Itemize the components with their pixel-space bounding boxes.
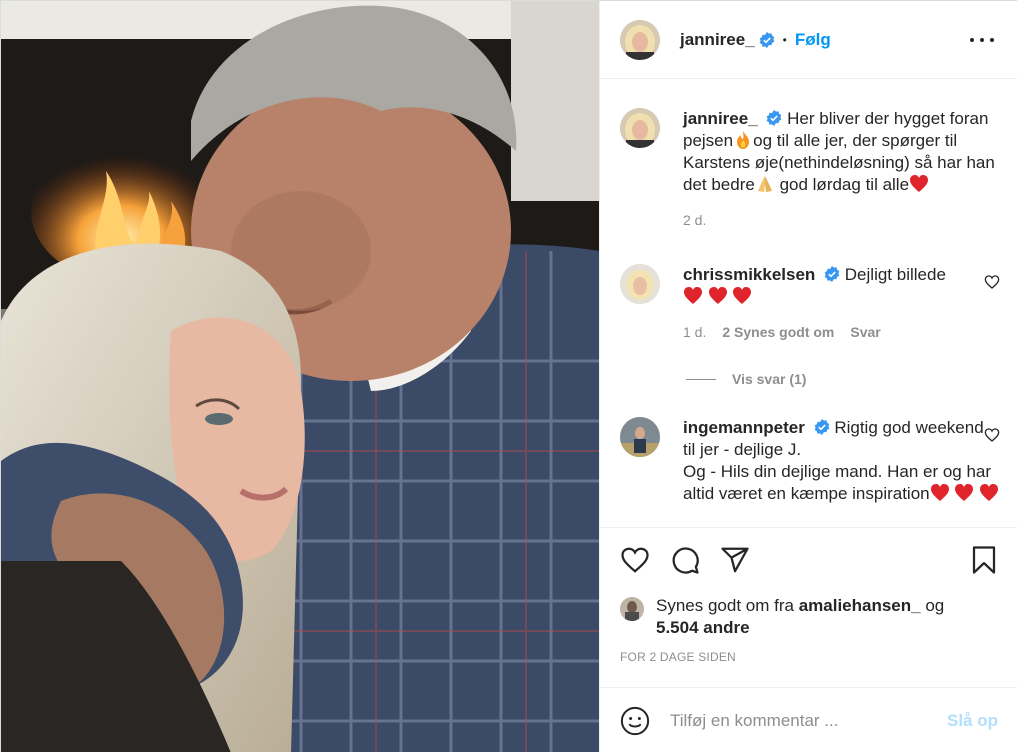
red-heart-emoji-icon — [684, 287, 702, 304]
post-header: janniree_ • Følg — [600, 1, 1017, 79]
photo-illustration — [1, 1, 599, 752]
reply-button[interactable]: Svar — [850, 324, 880, 340]
likes-text: Synes godt om fra amaliehansen_ og 5.504… — [656, 595, 1000, 639]
post-timestamp[interactable]: FOR 2 DAGE SIDEN — [620, 650, 736, 664]
add-comment-bar: Slå op — [600, 687, 1017, 752]
red-heart-emoji-icon — [733, 287, 752, 304]
bookmark-icon[interactable] — [969, 545, 999, 575]
comment-like-heart-icon[interactable] — [984, 274, 1000, 290]
comment-like-heart-icon[interactable] — [984, 427, 1000, 443]
liker-avatar[interactable] — [620, 597, 644, 621]
replies-divider — [686, 378, 716, 380]
verified-badge-icon — [759, 31, 774, 48]
caption-age[interactable]: 2 d. — [683, 212, 706, 228]
red-heart-emoji-icon — [910, 175, 929, 192]
comment-icon[interactable] — [670, 545, 700, 575]
caption: janniree_ Her bliver der hygget foran pe… — [620, 108, 1000, 228]
comment-item: chrissmikkelsen Dejligt billede 1 d. 2 S… — [620, 264, 1000, 340]
comment-meta: 1 d. 2 Synes godt om Svar — [683, 324, 1000, 340]
action-bar — [600, 527, 1017, 589]
comment-username[interactable]: chrissmikkelsen — [683, 265, 815, 284]
post-photo[interactable] — [1, 1, 599, 752]
likes-joiner: og — [925, 596, 945, 615]
view-replies-label: Vis svar (1) — [732, 371, 807, 387]
caption-avatar[interactable] — [620, 108, 660, 148]
fire-emoji-icon — [737, 131, 750, 149]
heart-icon[interactable] — [620, 545, 650, 575]
caption-username[interactable]: janniree_ — [683, 109, 758, 128]
paper-plane-icon[interactable] — [720, 545, 750, 575]
post-sidebar: janniree_ • Følg janniree_ Her bliver de… — [599, 1, 1017, 752]
comment-text: ingemannpeter Rigtig god weekend til jer… — [683, 417, 1000, 505]
comment-username[interactable]: ingemannpeter — [683, 418, 805, 437]
caption-part-3: god lørdag til alle — [774, 175, 910, 194]
likes-others[interactable]: 5.504 andre — [656, 618, 750, 637]
verified-badge-icon — [824, 266, 840, 282]
comment-text: chrissmikkelsen Dejligt billede — [683, 264, 1000, 308]
verified-badge-icon — [767, 110, 782, 126]
caption-meta: 2 d. — [683, 212, 1000, 228]
red-heart-emoji-icon — [955, 484, 974, 501]
comments-list[interactable]: janniree_ Her bliver der hygget foran pe… — [600, 80, 1017, 527]
comment-age[interactable]: 1 d. — [683, 324, 706, 340]
commenter-avatar[interactable] — [620, 264, 660, 304]
likes-summary: Synes godt om fra amaliehansen_ og 5.504… — [620, 595, 1000, 639]
post-comment-button[interactable]: Slå op — [947, 711, 998, 731]
commenter-avatar[interactable] — [620, 417, 660, 457]
smiley-icon[interactable] — [620, 706, 650, 736]
more-horizontal-icon[interactable] — [970, 28, 994, 52]
separator-dot: • — [782, 32, 787, 47]
red-heart-emoji-icon — [980, 484, 999, 501]
comment-input[interactable] — [670, 710, 947, 731]
comment-body: Dejligt billede — [844, 265, 946, 284]
verified-badge-icon — [814, 419, 829, 435]
red-heart-emoji-icon — [930, 484, 949, 501]
view-replies-button[interactable]: Vis svar (1) — [686, 371, 806, 387]
liker-username[interactable]: amaliehansen_ — [799, 596, 921, 615]
comment-item: ingemannpeter Rigtig god weekend til jer… — [620, 417, 1000, 505]
author-username[interactable]: janniree_ — [680, 30, 755, 50]
folded-hands-emoji-icon — [757, 176, 772, 192]
red-heart-emoji-icon — [708, 287, 727, 304]
likes-prefix: Synes godt om fra — [656, 596, 794, 615]
post-dialog: janniree_ • Følg janniree_ Her bliver de… — [0, 0, 1017, 752]
follow-button[interactable]: Følg — [795, 30, 831, 50]
author-avatar[interactable] — [620, 19, 660, 60]
caption-text: janniree_ Her bliver der hygget foran pe… — [683, 108, 1000, 196]
comment-likes[interactable]: 2 Synes godt om — [722, 324, 834, 340]
